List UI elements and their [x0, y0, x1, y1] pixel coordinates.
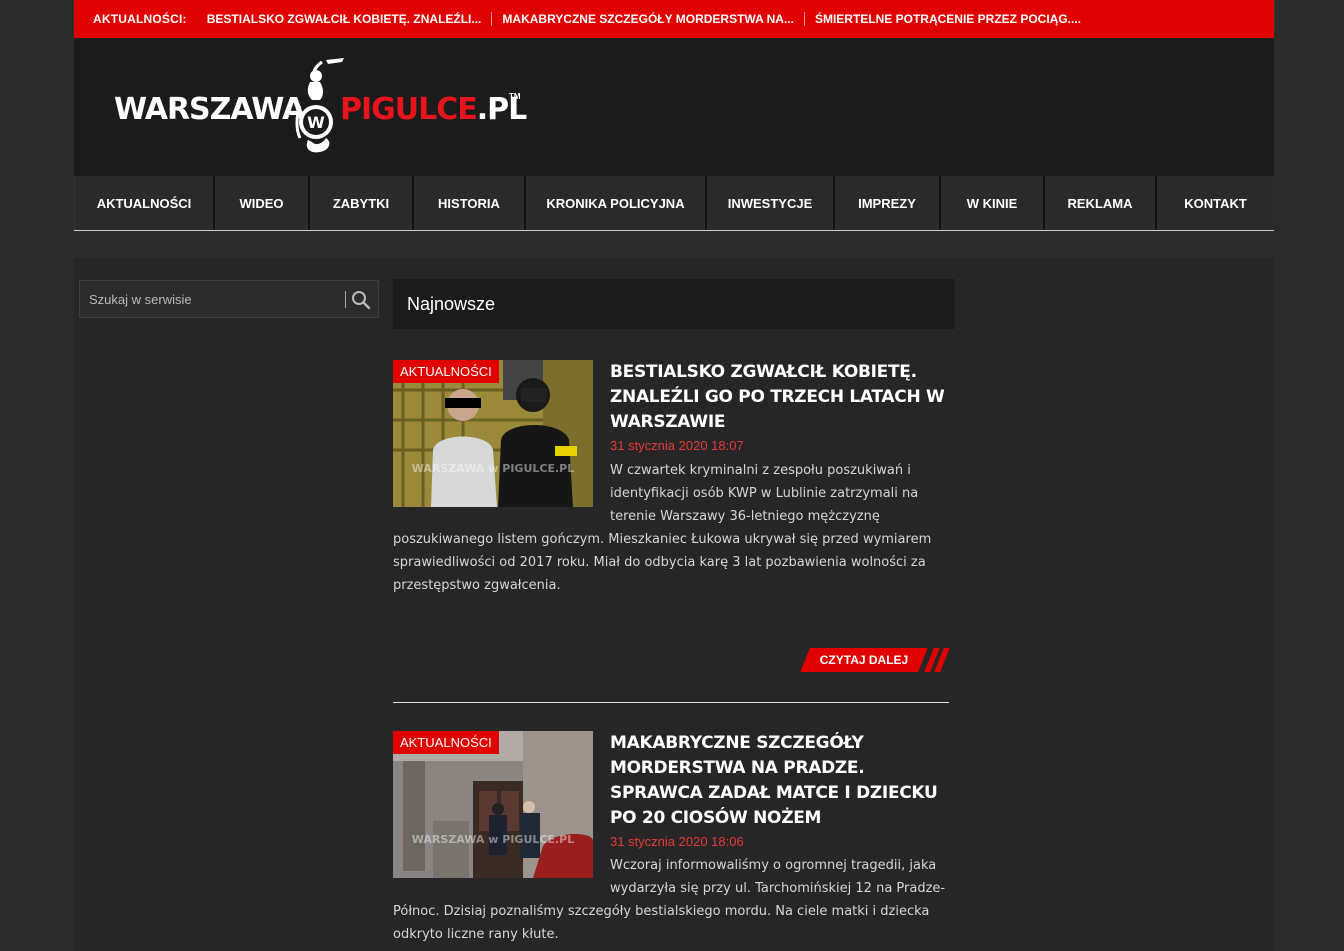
post-divider — [393, 702, 949, 703]
ticker-item-1[interactable]: BESTIALSKO ZGWAŁCIŁ KOBIETĘ. ZNALEŹLI... — [207, 12, 482, 26]
category-badge[interactable]: AKTUALNOŚCI — [393, 731, 499, 754]
nav-item-zabytki[interactable]: ZABYTKI — [310, 176, 414, 230]
ticker-item-3[interactable]: ŚMIERTELNE POTRĄCENIE PRZEZ POCIĄG.... — [815, 12, 1081, 26]
search-divider — [345, 291, 346, 308]
nav-item-w-kinie[interactable]: W KINIE — [941, 176, 1045, 230]
search-icon[interactable] — [350, 289, 372, 311]
ticker-separator — [491, 12, 493, 26]
post-date: 31 stycznia 2020 18:06 — [610, 834, 744, 849]
post-title[interactable]: MAKABRYCZNE SZCZEGÓŁY MORDERSTWA NA PRAD… — [610, 731, 950, 831]
ticker-item-2[interactable]: MAKABRYCZNE SZCZEGÓŁY MORDERSTWA NA... — [502, 12, 794, 26]
main-navigation: AKTUALNOŚCI WIDEO ZABYTKI HISTORIA KRONI… — [74, 176, 1274, 231]
nav-item-kontakt[interactable]: KONTAKT — [1157, 176, 1274, 230]
site-header: WARSZAWA W PIGULCE.PL TM — [74, 38, 1274, 176]
nav-item-kronika-policyjna[interactable]: KRONIKA POLICYJNA — [526, 176, 707, 230]
nav-item-imprezy[interactable]: IMPREZY — [835, 176, 941, 230]
mermaid-emblem-icon: W — [295, 58, 344, 153]
read-more-button[interactable]: CZYTAJ DALEJ — [800, 648, 950, 672]
post-excerpt-wrap: W czwartek kryminalni z zespołu poszukiw… — [393, 459, 949, 597]
search-input[interactable] — [80, 281, 342, 317]
nav-item-historia[interactable]: HISTORIA — [414, 176, 526, 230]
post-excerpt-wrap: Wczoraj informowaliśmy o ogromnej traged… — [393, 854, 949, 946]
post-title[interactable]: BESTIALSKO ZGWAŁCIŁ KOBIETĘ. ZNALEŹLI GO… — [610, 360, 950, 435]
news-ticker: AKTUALNOŚCI: BESTIALSKO ZGWAŁCIŁ KOBIETĘ… — [74, 0, 1274, 38]
site-logo[interactable]: WARSZAWA W PIGULCE.PL TM — [114, 56, 534, 156]
nav-item-aktualnosci[interactable]: AKTUALNOŚCI — [74, 176, 215, 230]
nav-item-inwestycje[interactable]: INWESTYCJE — [707, 176, 835, 230]
logo-right-word: PIGULCE — [340, 92, 478, 127]
nav-item-reklama[interactable]: REKLAMA — [1045, 176, 1157, 230]
section-title: Najnowsze — [393, 279, 955, 329]
search-box — [79, 280, 379, 318]
logo-text-left: WARSZAWA — [114, 92, 305, 127]
nav-item-wideo[interactable]: WIDEO — [215, 176, 310, 230]
main-content: Najnowsze AKTUALNOŚCI — [74, 258, 1274, 951]
post-date: 31 stycznia 2020 18:07 — [610, 438, 744, 453]
logo-text-right: PIGULCE.PL — [340, 92, 527, 127]
thumb-watermark: WARSZAWA w PIGULCE.PL — [412, 833, 574, 846]
page-wrapper: AKTUALNOŚCI: BESTIALSKO ZGWAŁCIŁ KOBIETĘ… — [74, 0, 1274, 951]
logo-trademark: TM — [509, 92, 521, 101]
emblem-letter: W — [307, 113, 325, 132]
read-more-label: CZYTAJ DALEJ — [819, 653, 909, 667]
ticker-label: AKTUALNOŚCI: — [93, 12, 187, 26]
ticker-separator — [803, 12, 805, 26]
category-badge[interactable]: AKTUALNOŚCI — [393, 360, 499, 383]
